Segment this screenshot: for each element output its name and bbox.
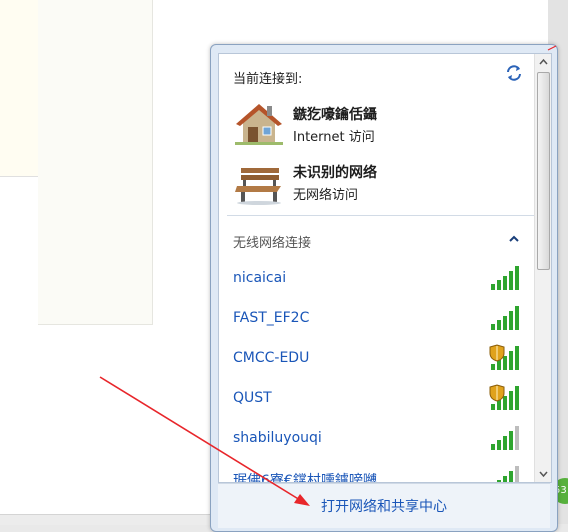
- wifi-network-name: CMCC-EDU: [233, 350, 310, 366]
- vertical-scrollbar[interactable]: [534, 54, 552, 482]
- scrollbar-thumb[interactable]: [537, 72, 550, 270]
- signal-strength-icon: [491, 266, 519, 290]
- connected-header: 当前连接到:: [233, 72, 303, 87]
- wifi-network-item[interactable]: CMCC-EDU: [233, 342, 533, 374]
- connected-network-status: Internet 访问: [293, 130, 375, 145]
- background-status-bar: [0, 514, 210, 525]
- wifi-network-item[interactable]: FAST_EF2C: [233, 302, 533, 334]
- wifi-network-name: nicaicai: [233, 270, 287, 286]
- bench-icon: [235, 168, 281, 205]
- open-network-sharing-center-link[interactable]: 打开网络和共享中心: [218, 496, 550, 516]
- scroll-down-icon[interactable]: [535, 465, 552, 482]
- flyout-footer: 打开网络和共享中心: [218, 483, 550, 528]
- wifi-network-name: QUST: [233, 390, 272, 406]
- secured-signal-icon: [489, 344, 519, 370]
- wifi-network-item[interactable]: shabiluyouqi: [233, 422, 533, 454]
- refresh-icon[interactable]: [505, 64, 523, 82]
- wifi-network-name: FAST_EF2C: [233, 310, 310, 326]
- connected-network-public[interactable]: 未识别的网络 无网络访问: [233, 158, 533, 206]
- connected-network-name: 未识别的网络: [293, 165, 377, 181]
- chevron-up-icon[interactable]: [507, 232, 521, 246]
- connected-network-name: 鏃犵嚎鑰佸鑷: [293, 107, 377, 123]
- signal-strength-icon: [491, 426, 519, 450]
- signal-strength-icon: [497, 466, 519, 482]
- wifi-network-item[interactable]: nicaicai: [233, 262, 533, 294]
- connected-network-home[interactable]: 鏃犵嚎鑰佸鑷 Internet 访问: [233, 100, 533, 148]
- background-panel-left: [0, 0, 38, 176]
- wireless-section-label: 无线网络连接: [233, 236, 312, 251]
- house-icon: [235, 104, 283, 145]
- signal-strength-icon: [491, 306, 519, 330]
- network-flyout: 当前连接到: 鏃犵嚎鑰佸鑷 Internet 访问 未识别的网络 无网络访问 无…: [210, 44, 558, 532]
- background-divider: [0, 176, 38, 177]
- wifi-network-item[interactable]: 琚佛6寮€鐣村嚑鑪嗙嚩: [233, 462, 533, 483]
- network-list-panel: 当前连接到: 鏃犵嚎鑰佸鑷 Internet 访问 未识别的网络 无网络访问 无…: [218, 53, 552, 483]
- section-divider: [227, 215, 539, 216]
- wifi-network-item[interactable]: QUST: [233, 382, 533, 414]
- scroll-up-icon[interactable]: [535, 54, 552, 71]
- wifi-network-name: shabiluyouqi: [233, 430, 322, 446]
- wifi-network-name: 琚佛6寮€鐣村嚑鑪嗙嚩: [233, 473, 377, 483]
- secured-signal-icon: [489, 384, 519, 410]
- background-panel: [38, 0, 153, 325]
- connected-network-status: 无网络访问: [293, 188, 359, 203]
